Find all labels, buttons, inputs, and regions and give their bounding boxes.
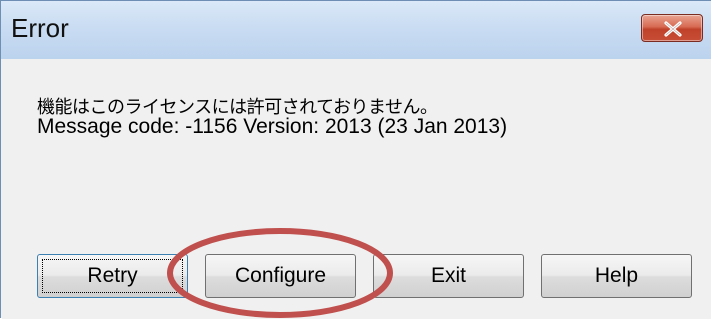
exit-button-label: Exit: [430, 264, 466, 287]
help-button[interactable]: Help: [541, 254, 692, 298]
title-bar[interactable]: Error: [1, 1, 711, 59]
retry-button[interactable]: Retry: [37, 254, 188, 298]
configure-button-label: Configure: [234, 264, 327, 287]
close-button[interactable]: [641, 14, 703, 42]
error-message-code: Message code: -1156 Version: 2013 (23 Ja…: [37, 115, 508, 138]
close-icon: [664, 21, 682, 37]
exit-button[interactable]: Exit: [373, 254, 524, 298]
window-title: Error: [11, 13, 69, 43]
help-button-label: Help: [594, 264, 639, 287]
error-dialog: Error 機能はこのライセンスには許可されておりません。 Message co…: [0, 0, 711, 319]
focus-rectangle: [42, 259, 183, 293]
configure-button[interactable]: Configure: [205, 254, 356, 298]
